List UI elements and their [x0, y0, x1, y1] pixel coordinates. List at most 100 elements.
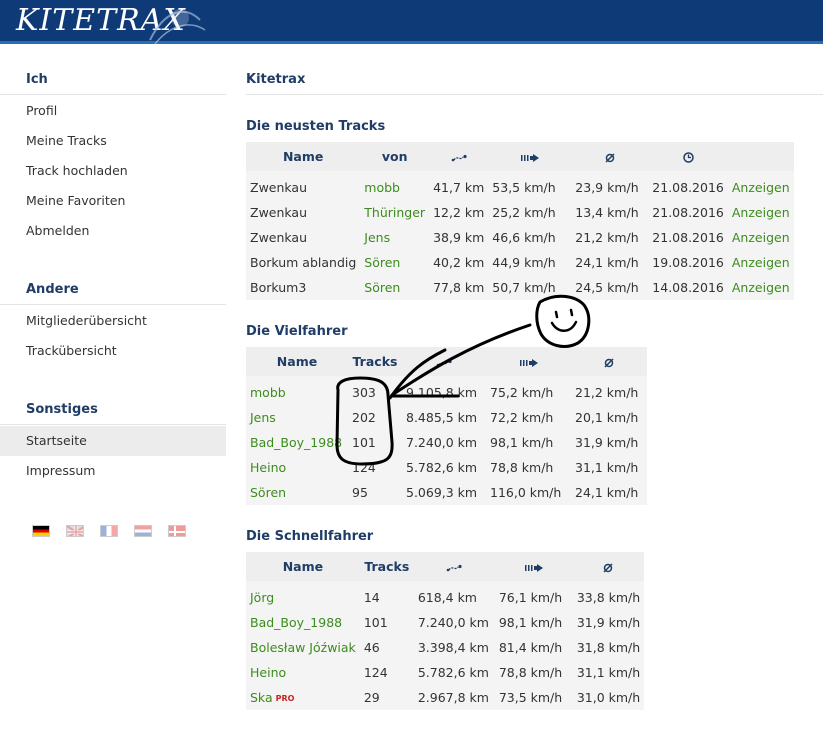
sidebar-section-andere: Andere Mitgliederübersicht Trackübersich… [0, 276, 226, 366]
sidebar-item-meine-tracks[interactable]: Meine Tracks [0, 126, 226, 156]
sidebar-item-mitgliederuebersicht[interactable]: Mitgliederübersicht [0, 306, 226, 336]
french-flag-icon[interactable] [100, 525, 118, 537]
uk-flag-icon[interactable] [66, 525, 84, 537]
distance-value: 77,8 km [433, 280, 485, 295]
user-link[interactable]: Thüringer [360, 200, 429, 225]
clock-icon[interactable] [648, 142, 728, 171]
user-link[interactable]: Sören [246, 480, 348, 505]
average-speed-value: 23,9 km/h [575, 180, 639, 195]
user-link[interactable]: Jens [246, 405, 348, 430]
distance-value: 618,4 km [417, 590, 477, 605]
user-link[interactable]: Jens [360, 225, 429, 250]
distance-value: 38,9 km [433, 230, 485, 245]
main-content: Kitetrax Die neusten Tracks Name von Zwe… [246, 66, 823, 710]
distance-value: 3.398,4 km [417, 640, 489, 655]
table-row: Jörg 14 618,4 km 76,1 km/h 33,8 km/h [246, 581, 644, 610]
language-flags [32, 525, 186, 537]
average-speed-value: 31,0 km/h [576, 690, 641, 705]
top-speed-icon[interactable] [488, 142, 572, 171]
newest-tracks-table: Name von Zwenkau mobb 41,7 km 53,5 km/h … [246, 142, 794, 300]
user-link[interactable]: Sören [360, 275, 429, 300]
show-track-link[interactable]: Anzeigen [728, 200, 794, 225]
date-value: 19.08.2016 [652, 255, 724, 270]
average-speed-value: 31,9 km/h [576, 615, 641, 630]
distance-value: 7.240,0 km [417, 615, 489, 630]
top-speed-icon[interactable] [494, 552, 573, 581]
fastest-riders-title: Die Schnellfahrer [246, 529, 374, 544]
show-track-link[interactable]: Anzeigen [728, 171, 794, 200]
top-speed-value: 72,2 km/h [490, 410, 554, 425]
user-link[interactable]: Bolesław Jóźwiak [246, 635, 360, 660]
distance-value: 5.782,6 km [406, 460, 478, 475]
dutch-flag-icon[interactable] [134, 525, 152, 537]
distance-value: 9.105,8 km [406, 385, 478, 400]
user-link[interactable]: Heino [246, 660, 360, 685]
table-row: Ska PRO 29 2.967,8 km 73,5 km/h 31,0 km/h [246, 685, 644, 710]
user-link[interactable]: Bad_Boy_1988 [246, 610, 360, 635]
track-name: Zwenkau [250, 230, 308, 245]
tracks-count: 124 [363, 665, 388, 680]
average-speed-value: 31,1 km/h [576, 665, 641, 680]
table-row: Sören 95 5.069,3 km 116,0 km/h 24,1 km/h [246, 480, 647, 505]
top-speed-value: 98,1 km/h [498, 615, 563, 630]
average-speed-value: 21,2 km/h [575, 385, 639, 400]
user-link[interactable]: Bad_Boy_1988 [246, 430, 348, 455]
average-icon[interactable] [571, 142, 649, 171]
average-speed-value: 33,8 km/h [576, 590, 641, 605]
sidebar-item-trackuebersicht[interactable]: Trackübersicht [0, 336, 226, 366]
user-link[interactable]: Ska [250, 690, 273, 705]
table-row: Borkum ablandig Sören 40,2 km 44,9 km/h … [246, 250, 794, 275]
sidebar-item-abmelden[interactable]: Abmelden [0, 216, 226, 246]
user-link[interactable]: mobb [246, 376, 348, 405]
table-row: Bolesław Jóźwiak 46 3.398,4 km 81,4 km/h… [246, 635, 644, 660]
column-header-name[interactable]: Name [246, 552, 360, 581]
user-link[interactable]: Heino [246, 455, 348, 480]
table-row: Bad_Boy_1988 101 7.240,0 km 98,1 km/h 31… [246, 610, 644, 635]
average-speed-value: 21,2 km/h [575, 230, 639, 245]
distance-value: 12,2 km [433, 205, 485, 220]
average-icon[interactable] [572, 552, 645, 581]
sidebar-item-meine-favoriten[interactable]: Meine Favoriten [0, 186, 226, 216]
table-row: Zwenkau Jens 38,9 km 46,6 km/h 21,2 km/h… [246, 225, 794, 250]
sidebar-item-impressum[interactable]: Impressum [0, 456, 226, 486]
pro-badge: PRO [275, 694, 295, 703]
average-speed-value: 13,4 km/h [575, 205, 639, 220]
tracks-count: 202 [352, 410, 376, 425]
german-flag-icon[interactable] [32, 525, 50, 537]
column-header-name[interactable]: Name [246, 347, 348, 376]
top-speed-value: 78,8 km/h [498, 665, 563, 680]
sidebar-item-startseite[interactable]: Startseite [0, 426, 226, 456]
column-header-tracks[interactable]: Tracks [359, 552, 414, 581]
sidebar-section-title: Andere [0, 276, 226, 305]
top-speed-value: 50,7 km/h [492, 280, 556, 295]
average-icon[interactable] [571, 347, 647, 376]
show-track-link[interactable]: Anzeigen [728, 275, 794, 300]
sidebar-item-profil[interactable]: Profil [0, 96, 226, 126]
distance-icon[interactable] [429, 142, 489, 171]
column-header-tracks[interactable]: Tracks [348, 347, 402, 376]
user-cell: Ska PRO [246, 685, 360, 710]
column-header-name[interactable]: Name [246, 142, 361, 171]
sidebar-item-track-hochladen[interactable]: Track hochladen [0, 156, 226, 186]
top-header-bar: KITETRAX [0, 0, 823, 44]
danish-flag-icon[interactable] [168, 525, 186, 537]
average-speed-value: 31,1 km/h [575, 460, 639, 475]
show-track-link[interactable]: Anzeigen [728, 250, 794, 275]
user-link[interactable]: Jörg [246, 581, 360, 610]
user-link[interactable]: mobb [360, 171, 429, 200]
distance-icon[interactable] [402, 347, 486, 376]
tracks-count: 46 [363, 640, 380, 655]
column-header-by[interactable]: von [360, 142, 430, 171]
user-link[interactable]: Sören [360, 250, 429, 275]
show-track-link[interactable]: Anzeigen [728, 225, 794, 250]
average-speed-value: 31,8 km/h [576, 640, 641, 655]
sidebar-section-title: Ich [0, 66, 226, 95]
top-speed-icon[interactable] [486, 347, 571, 376]
table-row: Borkum3 Sören 77,8 km 50,7 km/h 24,5 km/… [246, 275, 794, 300]
distance-value: 8.485,5 km [406, 410, 478, 425]
distance-icon[interactable] [413, 552, 495, 581]
frequent-riders-title: Die Vielfahrer [246, 324, 348, 339]
average-speed-value: 24,5 km/h [575, 280, 639, 295]
top-speed-value: 116,0 km/h [490, 485, 562, 500]
track-name: Zwenkau [250, 205, 308, 220]
